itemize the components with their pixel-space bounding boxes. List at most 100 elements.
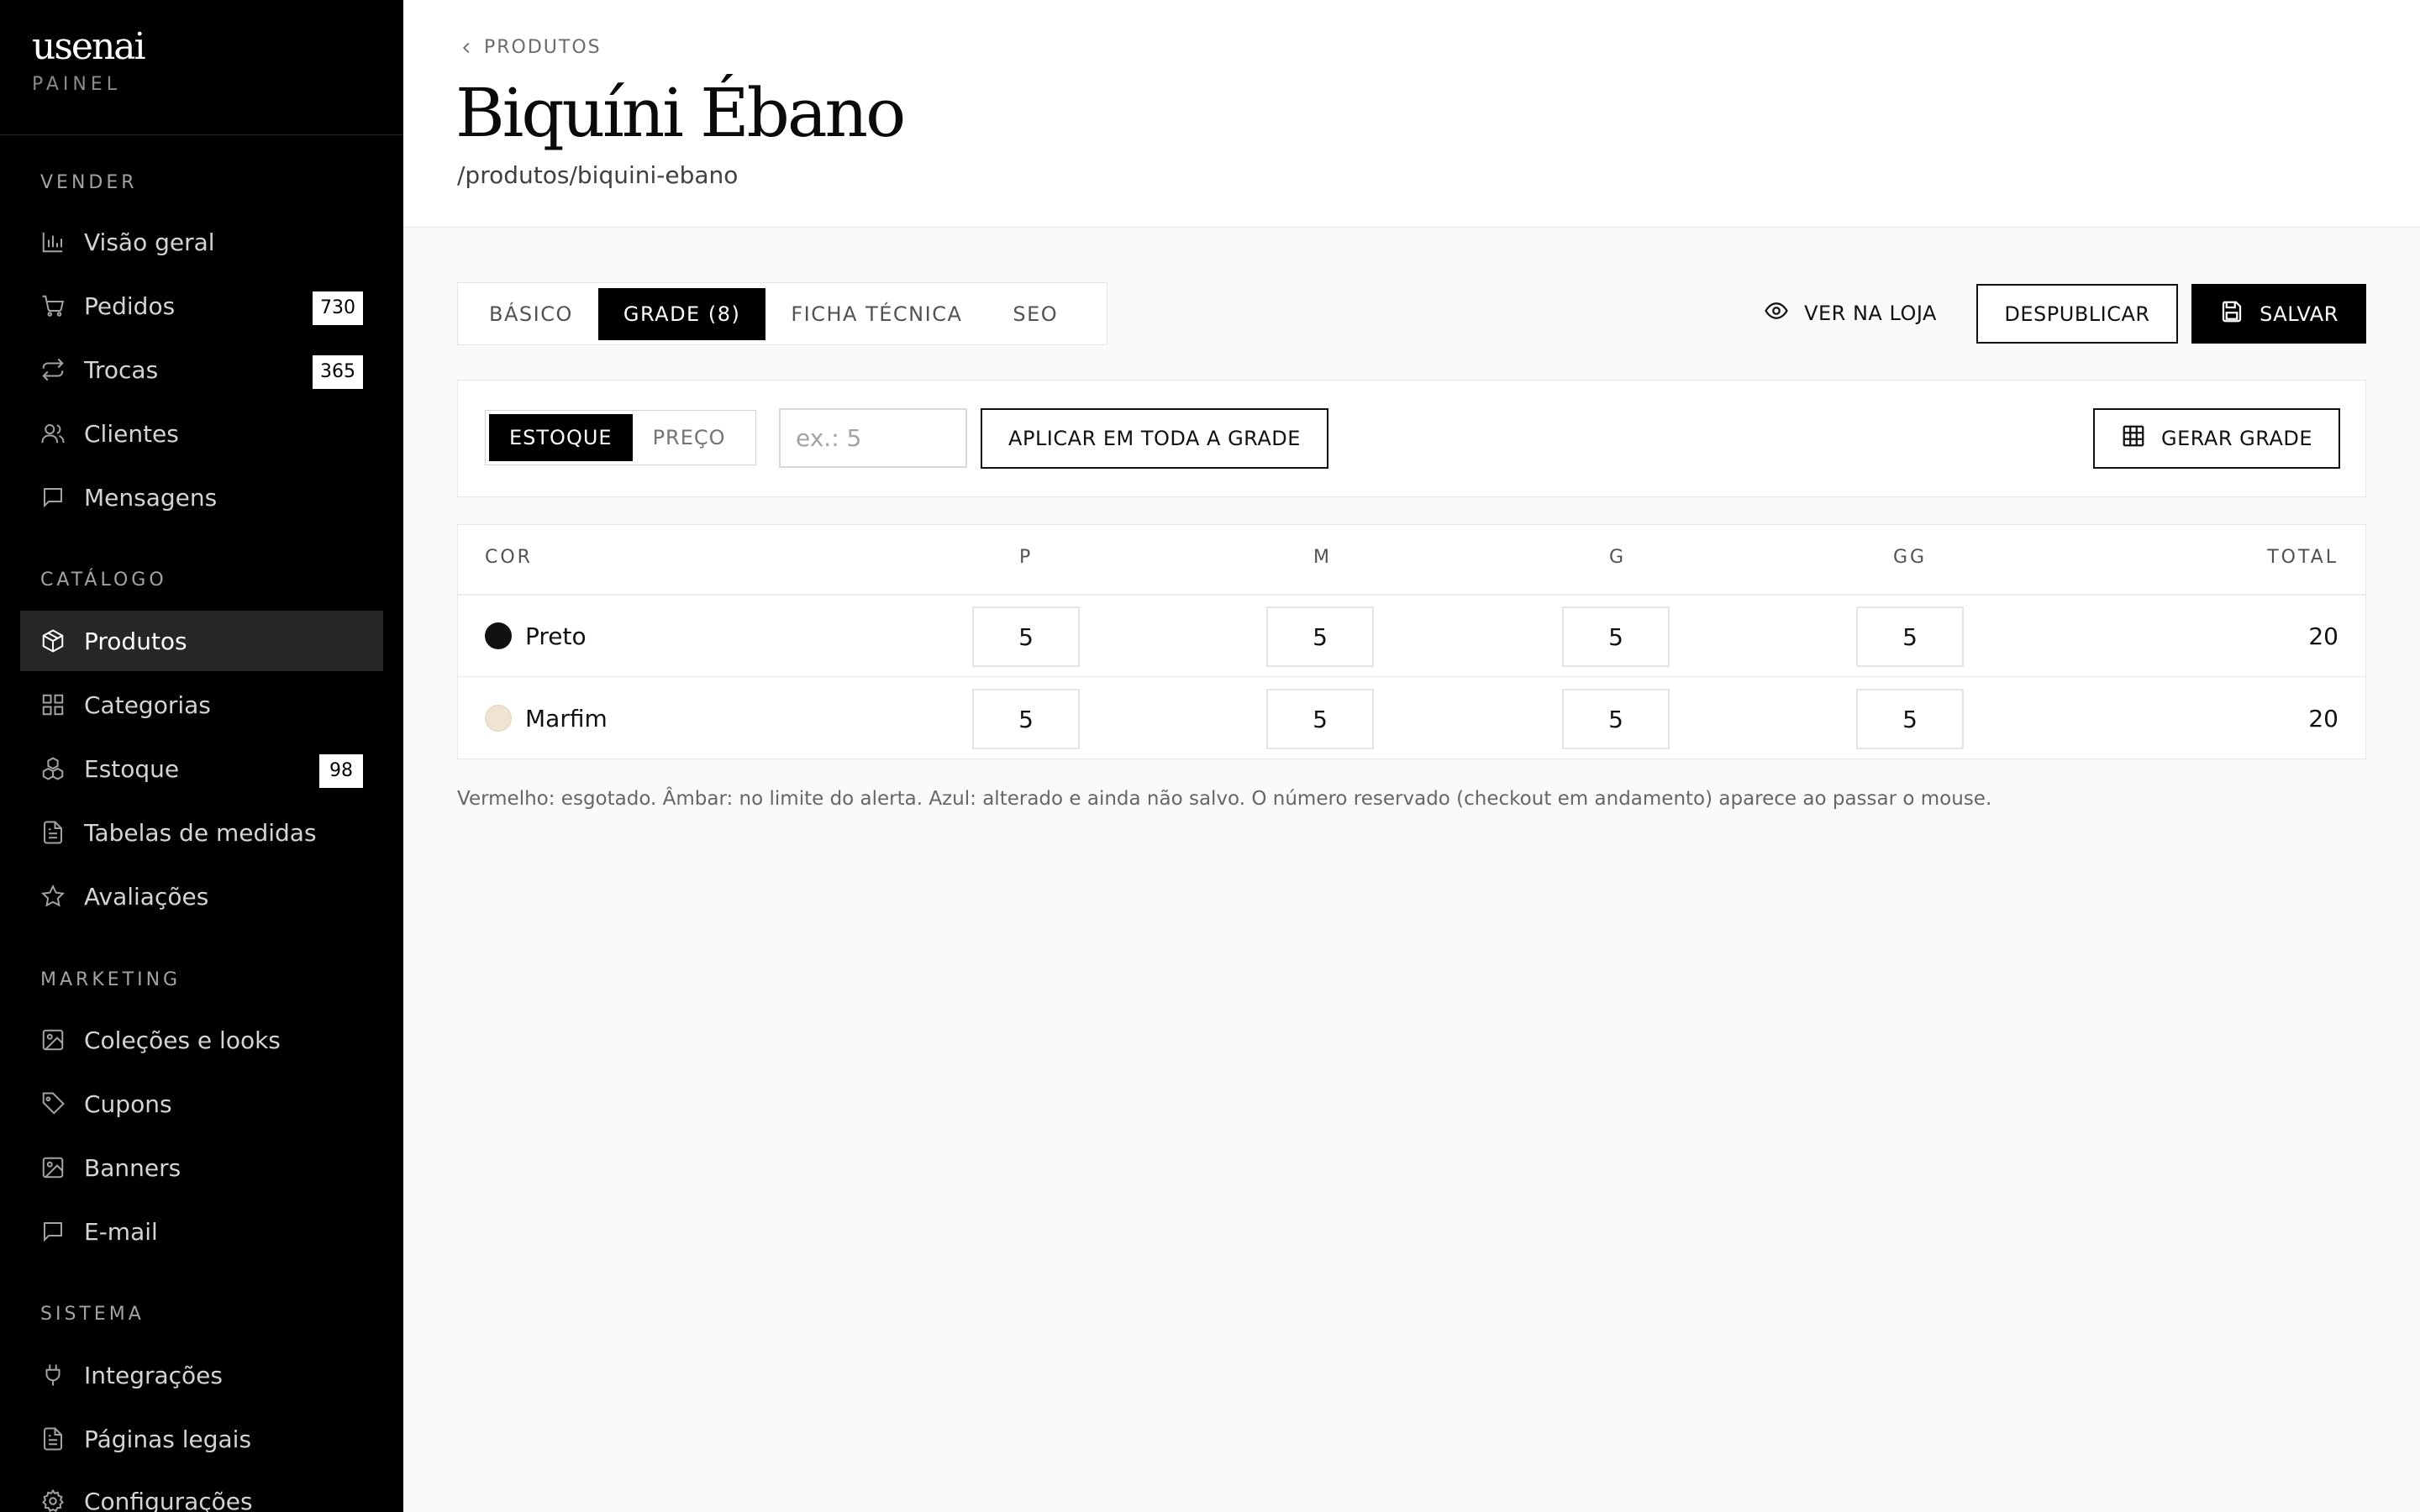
sidebar-item-label: Estoque <box>84 754 180 783</box>
sidebar-item-pedidos[interactable]: Pedidos 730 <box>20 276 383 336</box>
sidebar-item-configuracoes[interactable]: Configurações <box>20 1471 383 1512</box>
breadcrumb-label: PRODUTOS <box>484 37 602 58</box>
count-badge: 365 <box>313 355 363 389</box>
gear-icon <box>40 1488 66 1512</box>
grid-icon <box>40 692 66 717</box>
sidebar-item-label: Tabelas de medidas <box>84 818 317 847</box>
mode-option-preco[interactable]: PREÇO <box>633 414 746 461</box>
sidebar-item-categorias[interactable]: Categorias <box>20 675 383 735</box>
column-header-color: COR <box>485 547 533 568</box>
image-icon <box>40 1155 66 1180</box>
sidebar-item-label: Coleções e looks <box>84 1026 281 1054</box>
sidebar-item-label: Categorias <box>84 690 211 719</box>
tab-grade[interactable]: GRADE (8) <box>597 287 766 340</box>
eye-icon <box>1764 298 1804 328</box>
color-swatch <box>485 705 512 732</box>
column-header-size: P <box>1019 547 1034 568</box>
table-grid-icon <box>2121 423 2161 454</box>
view-in-store-label: VER NA LOJA <box>1804 302 1937 325</box>
nav-heading-sistema: SISTEMA <box>40 1304 145 1325</box>
sidebar-item-clientes[interactable]: Clientes <box>20 403 383 464</box>
save-label: SALVAR <box>2260 302 2338 326</box>
sidebar-item-label: Integrações <box>84 1361 223 1389</box>
bulk-edit-toolbar: ESTOQUE PREÇO APLICAR EM TODA A GRADE GE… <box>457 380 2366 497</box>
tab-seo[interactable]: SEO <box>987 288 1083 340</box>
tag-icon <box>40 1091 66 1116</box>
sidebar-item-label: Mensagens <box>84 483 218 512</box>
tab-basico[interactable]: BÁSICO <box>464 288 598 340</box>
stock-cell[interactable] <box>1266 606 1374 667</box>
save-icon <box>2219 299 2260 329</box>
stock-cell[interactable] <box>972 606 1080 667</box>
stock-cell[interactable] <box>1856 689 1964 749</box>
tab-ficha-tecnica[interactable]: FICHA TÉCNICA <box>765 288 987 340</box>
sidebar-item-label: Clientes <box>84 419 179 448</box>
box-icon <box>40 628 66 654</box>
users-icon <box>40 421 66 446</box>
count-badge: 730 <box>313 291 363 325</box>
breadcrumb[interactable]: PRODUTOS <box>457 37 602 58</box>
brand-logo[interactable]: usenai <box>32 25 403 69</box>
sidebar-item-label: Configurações <box>84 1487 253 1512</box>
row-divider <box>458 676 2365 677</box>
image-icon <box>40 1027 66 1053</box>
boxes-icon <box>40 756 66 781</box>
brand: usenai PAINEL <box>0 0 403 135</box>
mode-option-estoque[interactable]: ESTOQUE <box>489 414 633 461</box>
generate-grid-label: GERAR GRADE <box>2160 427 2313 450</box>
document-icon <box>40 820 66 845</box>
page-header: PRODUTOS Biquíni Ébano /produtos/biquini… <box>403 0 2420 228</box>
sidebar-item-label: Cupons <box>84 1089 172 1118</box>
plug-icon <box>40 1362 66 1388</box>
row-total: 20 <box>2308 622 2338 650</box>
sidebar-item-avaliacoes[interactable]: Avaliações <box>20 866 383 927</box>
sidebar-item-paginas-legais[interactable]: Páginas legais <box>20 1409 383 1469</box>
apply-all-button[interactable]: APLICAR EM TODA A GRADE <box>981 408 1328 469</box>
bulk-value-input[interactable] <box>779 408 967 468</box>
stock-cell[interactable] <box>1856 606 1964 667</box>
cart-icon <box>40 293 66 318</box>
table-row: Marfim 20 <box>458 678 2365 759</box>
column-header-size: GG <box>1893 547 1928 568</box>
sidebar-item-label: Páginas legais <box>84 1425 252 1453</box>
sidebar-item-cupons[interactable]: Cupons <box>20 1074 383 1134</box>
stock-cell[interactable] <box>1562 689 1670 749</box>
nav-heading-vender: VENDER <box>40 172 138 193</box>
color-name: Marfim <box>525 705 608 732</box>
message-icon <box>40 485 66 510</box>
sidebar-item-e-mail[interactable]: E-mail <box>20 1201 383 1262</box>
sidebar-item-colecoes-e-looks[interactable]: Coleções e looks <box>20 1010 383 1070</box>
product-slug: /produtos/biquini-ebano <box>457 161 739 189</box>
sidebar-item-label: Pedidos <box>84 291 176 320</box>
unpublish-label: DESPUBLICAR <box>2004 302 2150 326</box>
sidebar-item-tabelas-de-medidas[interactable]: Tabelas de medidas <box>20 802 383 863</box>
sidebar-item-mensagens[interactable]: Mensagens <box>20 467 383 528</box>
unpublish-button[interactable]: DESPUBLICAR <box>1976 284 2178 344</box>
product-tabs: BÁSICO GRADE (8) FICHA TÉCNICA SEO <box>457 282 1107 345</box>
generate-grid-button[interactable]: GERAR GRADE <box>2093 408 2340 469</box>
sidebar-item-estoque[interactable]: Estoque 98 <box>20 738 383 799</box>
sidebar-item-trocas[interactable]: Trocas 365 <box>20 339 383 400</box>
sidebar-item-label: Banners <box>84 1153 182 1182</box>
stock-cell[interactable] <box>972 689 1080 749</box>
stock-cell[interactable] <box>1562 606 1670 667</box>
brand-subtitle: PAINEL <box>32 74 122 95</box>
apply-all-label: APLICAR EM TODA A GRADE <box>1008 427 1301 450</box>
view-in-store-button[interactable]: VER NA LOJA <box>1749 284 1951 343</box>
sidebar-item-visao-geral[interactable]: Visão geral <box>20 212 383 272</box>
save-button[interactable]: SALVAR <box>2191 284 2366 344</box>
sidebar-item-label: Trocas <box>84 355 159 384</box>
star-icon <box>40 884 66 909</box>
color-name: Preto <box>525 622 587 650</box>
stock-cell[interactable] <box>1266 689 1374 749</box>
chevron-left-icon <box>457 39 476 57</box>
sidebar-item-banners[interactable]: Banners <box>20 1137 383 1198</box>
sidebar-item-integracoes[interactable]: Integrações <box>20 1345 383 1405</box>
mode-toggle: ESTOQUE PREÇO <box>485 410 756 465</box>
nav-heading-marketing: MARKETING <box>40 969 182 990</box>
sidebar-item-produtos[interactable]: Produtos <box>20 611 383 671</box>
sidebar-item-label: Avaliações <box>84 882 209 911</box>
column-header-size: G <box>1609 547 1627 568</box>
color-swatch <box>485 622 512 649</box>
row-total: 20 <box>2308 705 2338 732</box>
